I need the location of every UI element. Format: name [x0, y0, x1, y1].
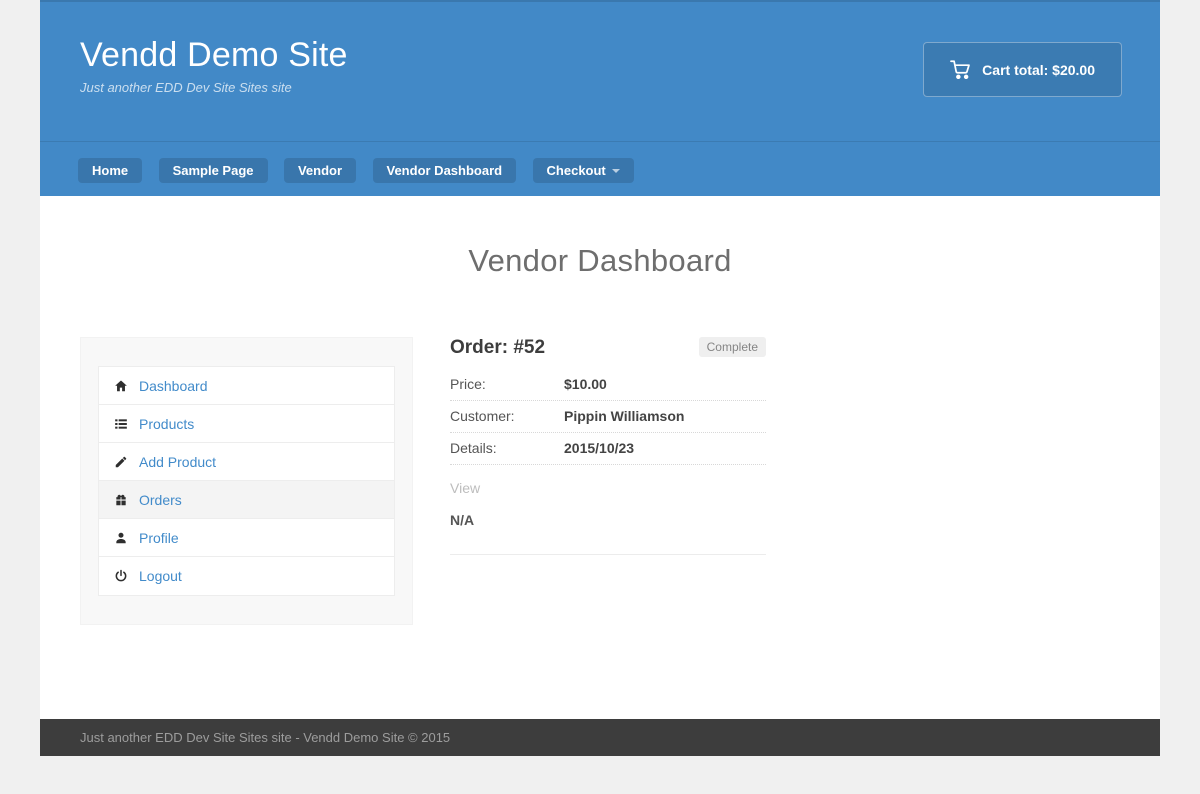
- power-icon: [113, 569, 128, 583]
- pencil-icon: [113, 455, 128, 469]
- gift-icon: [113, 493, 128, 507]
- nav-item-sample-page[interactable]: Sample Page: [159, 158, 268, 183]
- sidebar-item-profile[interactable]: Profile: [99, 519, 394, 557]
- view-value: N/A: [450, 512, 766, 528]
- cart-total-label: Cart total: $20.00: [982, 62, 1095, 78]
- shopping-cart-icon: [950, 60, 971, 79]
- page-content: Vendor Dashboard Dashboard: [40, 196, 1160, 719]
- order-heading: Order: #52: [450, 337, 545, 359]
- order-row-customer: Customer: Pippin Williamson: [450, 401, 766, 433]
- cart-total-button[interactable]: Cart total: $20.00: [923, 42, 1122, 97]
- nav-item-home[interactable]: Home: [78, 158, 142, 183]
- site-footer: Just another EDD Dev Site Sites site - V…: [40, 719, 1160, 756]
- order-row-details: Details: 2015/10/23: [450, 433, 766, 465]
- chevron-down-icon: [612, 169, 620, 173]
- nav-item-vendor-dashboard[interactable]: Vendor Dashboard: [373, 158, 517, 183]
- user-icon: [113, 531, 128, 545]
- site-header: Vendd Demo Site Just another EDD Dev Sit…: [40, 0, 1160, 196]
- site-container: Vendd Demo Site Just another EDD Dev Sit…: [40, 0, 1160, 756]
- sidebar-item-dashboard[interactable]: Dashboard: [99, 367, 394, 405]
- home-icon: [113, 379, 128, 393]
- header-branding: Vendd Demo Site Just another EDD Dev Sit…: [40, 2, 1160, 141]
- sidebar-item-orders[interactable]: Orders: [99, 481, 394, 519]
- vendor-menu-panel: Dashboard Products: [80, 337, 413, 625]
- nav-item-checkout[interactable]: Checkout: [533, 158, 634, 183]
- sidebar-item-logout[interactable]: Logout: [99, 557, 394, 595]
- nav-item-vendor[interactable]: Vendor: [284, 158, 356, 183]
- sidebar-item-add-product[interactable]: Add Product: [99, 443, 394, 481]
- order-row-price: Price: $10.00: [450, 369, 766, 401]
- list-icon: [113, 417, 128, 431]
- main-navigation: Home Sample Page Vendor Vendor Dashboard…: [40, 141, 1160, 196]
- page-title: Vendor Dashboard: [80, 243, 1120, 279]
- view-link[interactable]: View: [450, 480, 480, 496]
- order-status-badge: Complete: [699, 337, 766, 357]
- sidebar-item-products[interactable]: Products: [99, 405, 394, 443]
- footer-text: Just another EDD Dev Site Sites site - V…: [80, 730, 450, 745]
- order-details: Order: #52 Complete Price: $10.00 Custom…: [450, 337, 766, 555]
- order-divider: [450, 554, 766, 555]
- site-title-link[interactable]: Vendd Demo Site: [80, 36, 348, 75]
